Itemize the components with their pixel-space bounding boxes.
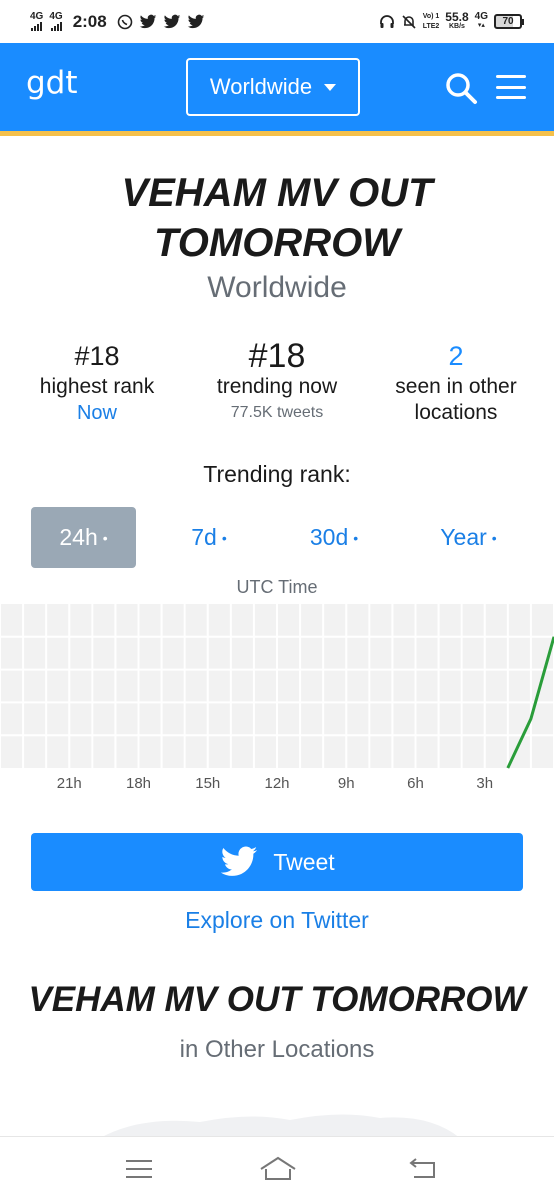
- location-dropdown-label: Worldwide: [209, 74, 313, 99]
- home-icon[interactable]: [258, 1155, 298, 1183]
- twitter-notification-icon: [163, 14, 180, 28]
- network-speed: 55.8 KB/s: [445, 9, 469, 32]
- tab-year[interactable]: Year •: [416, 507, 521, 568]
- tab-30d[interactable]: 30d •: [284, 507, 384, 568]
- x-tick-label: 6h: [407, 775, 424, 792]
- twitter-bird-icon: [221, 846, 258, 876]
- tweet-count: 77.5K tweets: [230, 404, 324, 421]
- trending-rank-heading: Trending rank:: [203, 461, 351, 487]
- chart-x-axis-title: UTC Time: [236, 577, 318, 597]
- recent-apps-icon[interactable]: [122, 1155, 156, 1183]
- network-indicator-3: 4G ▾▴: [475, 12, 488, 31]
- tab-dot: •: [102, 529, 108, 546]
- twitter-notification-icon: [139, 14, 156, 28]
- data-arrows-icon: ▾▴: [477, 22, 485, 29]
- highest-rank-value: #18: [74, 341, 120, 371]
- search-icon[interactable]: [444, 71, 478, 105]
- site-header: gdt Worldwide: [0, 43, 554, 131]
- highest-rank-time: Now: [76, 402, 117, 424]
- mute-bell-icon: [402, 14, 416, 29]
- network-indicator-2: 4G: [49, 11, 63, 31]
- other-locations-subtitle: in Other Locations: [179, 1036, 375, 1063]
- tab-24h[interactable]: 24h •: [31, 507, 136, 568]
- x-tick-label: 12h: [264, 775, 289, 792]
- network-indicator-1: 4G: [30, 12, 43, 31]
- tab-year-label: Year: [440, 524, 487, 550]
- world-map-image: [100, 1114, 460, 1138]
- caret-down-icon: [324, 83, 337, 91]
- trending-rank-chart[interactable]: 21h 18h 15h 12h 9h 6h 3h: [0, 604, 554, 804]
- signal-icon: [50, 22, 62, 31]
- tab-24h-label: 24h: [59, 524, 98, 550]
- tab-dot: •: [221, 529, 227, 546]
- other-locations-title: VEHAM MV OUT TOMORROW: [28, 980, 526, 1019]
- other-locations-count[interactable]: 2: [366, 338, 546, 374]
- tab-30d-label: 30d: [309, 524, 349, 550]
- tweet-button-label: Tweet: [273, 848, 335, 875]
- battery-icon: 70: [494, 14, 524, 29]
- tab-dot: •: [353, 529, 359, 546]
- speed-unit: KB/s: [449, 22, 465, 30]
- trend-location: Worldwide: [207, 271, 347, 304]
- clock: 2:08: [72, 11, 107, 31]
- trending-now-label: trending now: [216, 375, 338, 398]
- x-tick-label: 18h: [126, 775, 151, 792]
- status-bar-right: Vo) 1 LTE2 55.8 KB/s 4G ▾▴ 70: [379, 9, 524, 32]
- site-logo[interactable]: gdt: [26, 65, 78, 101]
- tab-7d-label: 7d: [191, 524, 217, 550]
- highest-rank-label: highest rank: [39, 375, 155, 398]
- explore-on-twitter-link[interactable]: Explore on Twitter: [0, 907, 554, 934]
- speed-value: 55.8: [445, 9, 469, 24]
- back-icon[interactable]: [406, 1155, 440, 1183]
- status-bar: 4G 4G 2:08 Vo) 1 LTE2 55.8 KB/s 4G ▾▴ 70: [0, 0, 554, 43]
- chart-x-ticks: 21h 18h 15h 12h 9h 6h 3h: [57, 775, 493, 792]
- stat-trending-now: #18 trending now 77.5K tweets: [187, 338, 367, 426]
- x-tick-label: 15h: [195, 775, 220, 792]
- chart-grid: [0, 604, 554, 768]
- hamburger-menu-icon[interactable]: [496, 75, 526, 99]
- lte-label: LTE2: [422, 22, 440, 30]
- trending-now-value: #18: [248, 337, 306, 375]
- volte-indicator: Vo) 1 LTE2: [423, 12, 440, 32]
- time-range-tabs: 24h • 7d • 30d • Year •: [31, 507, 523, 568]
- location-dropdown[interactable]: Worldwide: [186, 58, 360, 116]
- battery-level: 70: [502, 16, 514, 27]
- tweet-button[interactable]: Tweet: [31, 833, 523, 891]
- signal-icon: [31, 22, 43, 31]
- whatsapp-icon: [117, 14, 133, 29]
- x-tick-label: 3h: [476, 775, 493, 792]
- network-type-label: 4G: [49, 11, 63, 22]
- stat-other-locations[interactable]: 2 seen in other locations: [366, 338, 546, 426]
- header-accent-stripe: [0, 131, 554, 136]
- other-locations-label: seen in other locations: [395, 375, 517, 424]
- trend-title: VEHAM MV OUT TOMORROW: [121, 171, 433, 265]
- volte-label: Vo) 1: [422, 12, 440, 20]
- tab-7d[interactable]: 7d •: [164, 507, 254, 568]
- tab-dot: •: [491, 529, 497, 546]
- twitter-notification-icon: [187, 14, 204, 28]
- x-tick-label: 21h: [57, 775, 82, 792]
- network-type-label: 4G: [30, 11, 44, 22]
- stat-highest-rank: #18 highest rank Now: [7, 338, 187, 426]
- status-bar-left: 4G 4G 2:08: [30, 12, 205, 32]
- x-tick-label: 9h: [338, 775, 355, 792]
- headphones-icon: [379, 14, 394, 28]
- android-nav-bar: [0, 1136, 554, 1200]
